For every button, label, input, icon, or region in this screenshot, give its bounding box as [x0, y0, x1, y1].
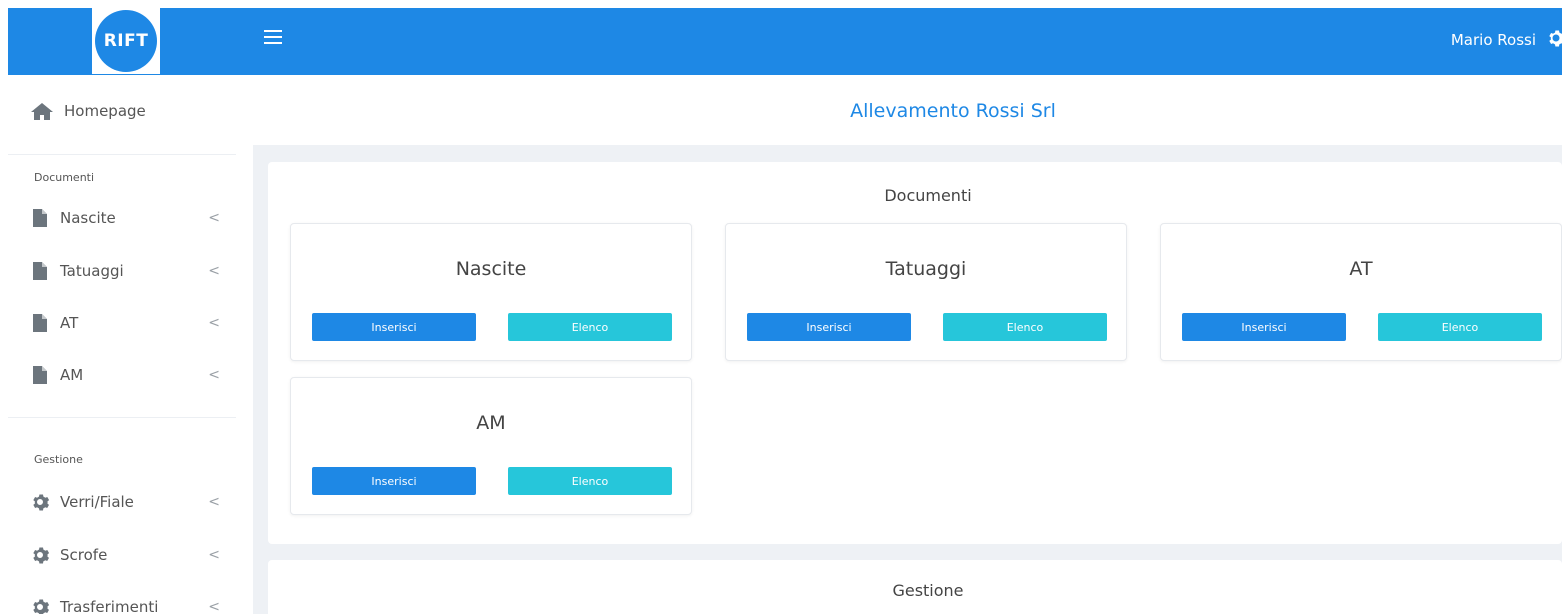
chevron-left-icon: < [208, 547, 220, 563]
inserisci-button[interactable]: Inserisci [1182, 313, 1346, 341]
inserisci-button[interactable]: Inserisci [312, 313, 476, 341]
chevron-left-icon: < [208, 263, 220, 279]
file-icon [30, 313, 50, 333]
panel-title: Gestione [892, 581, 964, 600]
documenti-panel: Documenti Nascite Inserisci Elenco Tatua… [268, 162, 1562, 544]
inserisci-button[interactable]: Inserisci [747, 313, 911, 341]
file-icon [30, 208, 50, 228]
card-nascite: Nascite Inserisci Elenco [290, 223, 692, 361]
sidebar-item-trasferimenti[interactable]: Trasferimenti < [30, 597, 220, 614]
logo[interactable]: RIFT [92, 8, 160, 74]
elenco-button[interactable]: Elenco [508, 313, 672, 341]
sidebar-item-verri-fiale[interactable]: Verri/Fiale < [30, 492, 220, 512]
sidebar-item-at[interactable]: AT < [30, 313, 220, 333]
chevron-left-icon: < [208, 210, 220, 226]
home-icon [31, 103, 53, 120]
card-title: AM [476, 412, 506, 434]
sidebar-item-label: Trasferimenti [60, 598, 159, 614]
sidebar-item-label: Verri/Fiale [60, 493, 134, 511]
sidebar-section-gestione: Gestione [34, 453, 83, 466]
sidebar-item-label: AM [60, 366, 84, 384]
card-tatuaggi: Tatuaggi Inserisci Elenco [725, 223, 1127, 361]
gear-icon [30, 545, 50, 565]
card-title: Nascite [455, 258, 527, 280]
elenco-button[interactable]: Elenco [508, 467, 672, 495]
card-title: Tatuaggi [885, 258, 967, 280]
chevron-left-icon: < [208, 367, 220, 383]
gear-icon[interactable] [1546, 28, 1562, 48]
gear-icon [30, 597, 50, 614]
sidebar-section-documenti: Documenti [34, 171, 95, 184]
file-icon [30, 365, 50, 385]
page-header: Allevamento Rossi Srl [253, 75, 1562, 145]
sidebar-item-am[interactable]: AM < [30, 365, 220, 385]
chevron-left-icon: < [208, 494, 220, 510]
elenco-button[interactable]: Elenco [1378, 313, 1542, 341]
sidebar-item-label: Homepage [64, 102, 146, 120]
sidebar-item-scrofe[interactable]: Scrofe < [30, 545, 220, 565]
file-icon [30, 261, 50, 281]
sidebar-item-label: Scrofe [60, 546, 108, 564]
sidebar-item-label: Nascite [60, 209, 116, 227]
inserisci-button[interactable]: Inserisci [312, 467, 476, 495]
card-am: AM Inserisci Elenco [290, 377, 692, 515]
sidebar-divider [8, 154, 236, 155]
gestione-panel: Gestione [268, 560, 1562, 614]
card-title: AT [1349, 258, 1373, 280]
elenco-button[interactable]: Elenco [943, 313, 1107, 341]
menu-toggle-icon[interactable] [264, 30, 282, 44]
sidebar-item-homepage[interactable]: Homepage [30, 101, 146, 121]
sidebar-divider [8, 417, 236, 418]
logo-text: RIFT [95, 10, 157, 72]
sidebar-item-label: AT [60, 314, 79, 332]
panel-title: Documenti [884, 186, 972, 205]
page-title: Allevamento Rossi Srl [850, 100, 1056, 122]
card-at: AT Inserisci Elenco [1160, 223, 1562, 361]
top-navbar: RIFT Mario Rossi [8, 8, 1562, 75]
sidebar: Homepage Documenti Nascite < Tatuaggi < … [8, 75, 253, 614]
user-name[interactable]: Mario Rossi [1451, 31, 1536, 49]
gear-icon [30, 492, 50, 512]
sidebar-item-nascite[interactable]: Nascite < [30, 208, 220, 228]
sidebar-item-label: Tatuaggi [60, 262, 124, 280]
chevron-left-icon: < [208, 599, 220, 614]
sidebar-item-tatuaggi[interactable]: Tatuaggi < [30, 261, 220, 281]
app-frame: RIFT Mario Rossi Homepage Documenti Nasc… [8, 8, 1562, 614]
chevron-left-icon: < [208, 315, 220, 331]
